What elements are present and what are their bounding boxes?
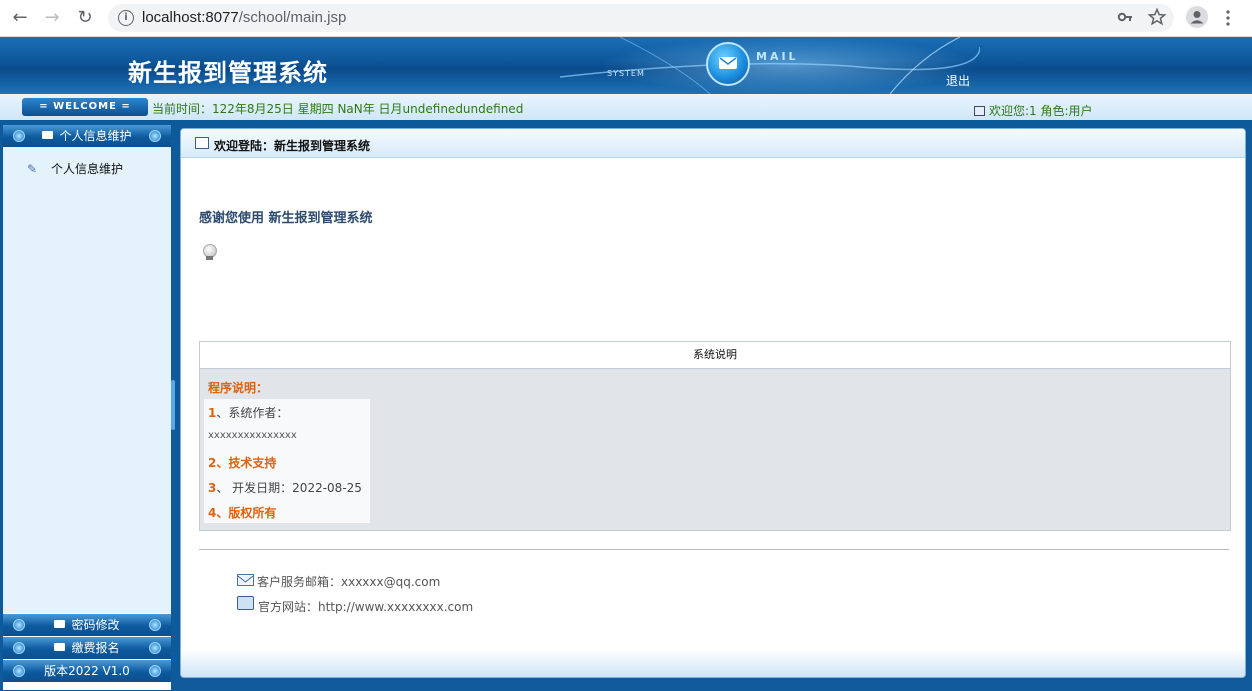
welcome-badge: = WELCOME = bbox=[22, 98, 148, 116]
back-arrow-icon[interactable]: ← bbox=[8, 6, 32, 30]
user-icon bbox=[974, 106, 985, 116]
orb-icon bbox=[13, 665, 25, 677]
list-item: 4、版权所有 bbox=[208, 506, 277, 520]
app-header: 新生报到管理系统 SYSTEM MAIL 退出 bbox=[0, 37, 1252, 94]
list-item: 3、 开发日期：2022-08-25 bbox=[208, 479, 362, 496]
sidebar-item-personal-info[interactable]: 个人信息维护 bbox=[51, 160, 123, 177]
app-title: 新生报到管理系统 bbox=[128, 58, 328, 87]
main-panel: 欢迎登陆：新生报到管理系统 感谢您使用 新生报到管理系统 系统说明 程序说明： … bbox=[180, 128, 1246, 678]
program-title: 程序说明： bbox=[208, 381, 269, 395]
email-icon bbox=[237, 574, 254, 586]
list-item: 1、系统作者： bbox=[208, 404, 288, 421]
phone-icon bbox=[237, 596, 254, 610]
orb-icon bbox=[149, 619, 161, 631]
sidebar-section-version[interactable]: 版本2022 V1.0 bbox=[3, 660, 171, 682]
envelope-shape bbox=[719, 57, 737, 69]
pencil-icon: ✎ bbox=[27, 162, 38, 176]
sidebar-body: ✎ 个人信息维护 bbox=[3, 147, 171, 613]
user-info-text: 欢迎您:1 角色:用户 bbox=[989, 104, 1093, 118]
info-icon[interactable]: i bbox=[118, 10, 134, 26]
customer-email: 客户服务邮箱：xxxxxx@qq.com bbox=[257, 575, 441, 589]
sidebar-section-label: 个人信息维护 bbox=[59, 129, 132, 143]
orb-icon bbox=[149, 130, 161, 142]
logout-link[interactable]: 退出 bbox=[946, 72, 970, 89]
url-text: localhost:8077/school/main.jsp bbox=[142, 4, 346, 32]
lightbulb-base bbox=[206, 256, 213, 260]
divider bbox=[199, 549, 1229, 550]
mail-icon bbox=[42, 131, 54, 139]
list-item: 2、技术支持 bbox=[208, 456, 277, 470]
current-time: 当前时间：122年8月25日 星期四 NaN年 日月undefinedundef… bbox=[152, 102, 524, 116]
mail-icon bbox=[54, 643, 66, 651]
reload-icon[interactable]: ↻ bbox=[73, 6, 97, 30]
panel-title: 欢迎登陆：新生报到管理系统 bbox=[214, 139, 371, 153]
sidebar: 个人信息维护 ✎ 个人信息维护 密码修改 缴费报名 版本2022 V1.0 bbox=[2, 124, 172, 691]
row-text: 、系统作者： bbox=[216, 406, 289, 420]
header-swoosh bbox=[560, 37, 980, 94]
user-info: 欢迎您:1 角色:用户 bbox=[974, 102, 1093, 119]
panel-footer bbox=[181, 649, 1245, 677]
list-item: xxxxxxxxxxxxxxx bbox=[208, 430, 297, 441]
sidebar-section-label: 缴费报名 bbox=[71, 641, 120, 655]
panel-header: 欢迎登陆：新生报到管理系统 bbox=[181, 129, 1245, 158]
address-bar[interactable]: i localhost:8077/school/main.jsp bbox=[108, 4, 1174, 32]
row-text: 、 开发日期：2022-08-25 bbox=[216, 481, 362, 495]
sidebar-section-label: 密码修改 bbox=[71, 618, 120, 632]
mail-label: MAIL bbox=[756, 50, 799, 63]
official-website: 官方网站：http://www.xxxxxxxx.com bbox=[258, 600, 474, 614]
thanks-text: 感谢您使用 新生报到管理系统 bbox=[199, 211, 373, 226]
star-icon[interactable] bbox=[1147, 7, 1167, 26]
welcome-bar: = WELCOME = 当前时间：122年8月25日 星期四 NaN年 日月un… bbox=[0, 94, 1252, 122]
orb-icon bbox=[13, 619, 25, 631]
sidebar-splitter[interactable] bbox=[171, 380, 175, 430]
url-path: /school/main.jsp bbox=[238, 9, 347, 26]
profile-icon[interactable] bbox=[1186, 6, 1208, 28]
mail-envelope-icon bbox=[706, 42, 750, 86]
sidebar-section-personal-info[interactable]: 个人信息维护 bbox=[3, 125, 171, 147]
table-header: 系统说明 bbox=[200, 342, 1230, 369]
sidebar-section-label: 版本2022 V1.0 bbox=[44, 664, 130, 678]
orb-icon bbox=[13, 130, 25, 142]
orb-icon bbox=[149, 642, 161, 654]
sidebar-section-password[interactable]: 密码修改 bbox=[3, 614, 171, 636]
key-icon[interactable] bbox=[1117, 9, 1133, 25]
forward-arrow-icon[interactable]: → bbox=[40, 6, 64, 30]
system-description-table: 系统说明 程序说明： 1、系统作者： xxxxxxxxxxxxxxx 2、技术支… bbox=[199, 341, 1231, 531]
orb-icon bbox=[149, 665, 161, 677]
description-list: 1、系统作者： xxxxxxxxxxxxxxx 2、技术支持 3、 开发日期：2… bbox=[204, 399, 370, 523]
menu-dots-icon[interactable] bbox=[1222, 8, 1234, 28]
window-icon bbox=[195, 137, 209, 149]
url-host: localhost:8077 bbox=[142, 9, 239, 26]
system-label: SYSTEM bbox=[607, 69, 645, 78]
orb-icon bbox=[13, 642, 25, 654]
browser-toolbar: ← → ↻ i localhost:8077/school/main.jsp bbox=[0, 0, 1252, 37]
mail-icon bbox=[54, 620, 66, 628]
sidebar-section-payment[interactable]: 缴费报名 bbox=[3, 637, 171, 659]
